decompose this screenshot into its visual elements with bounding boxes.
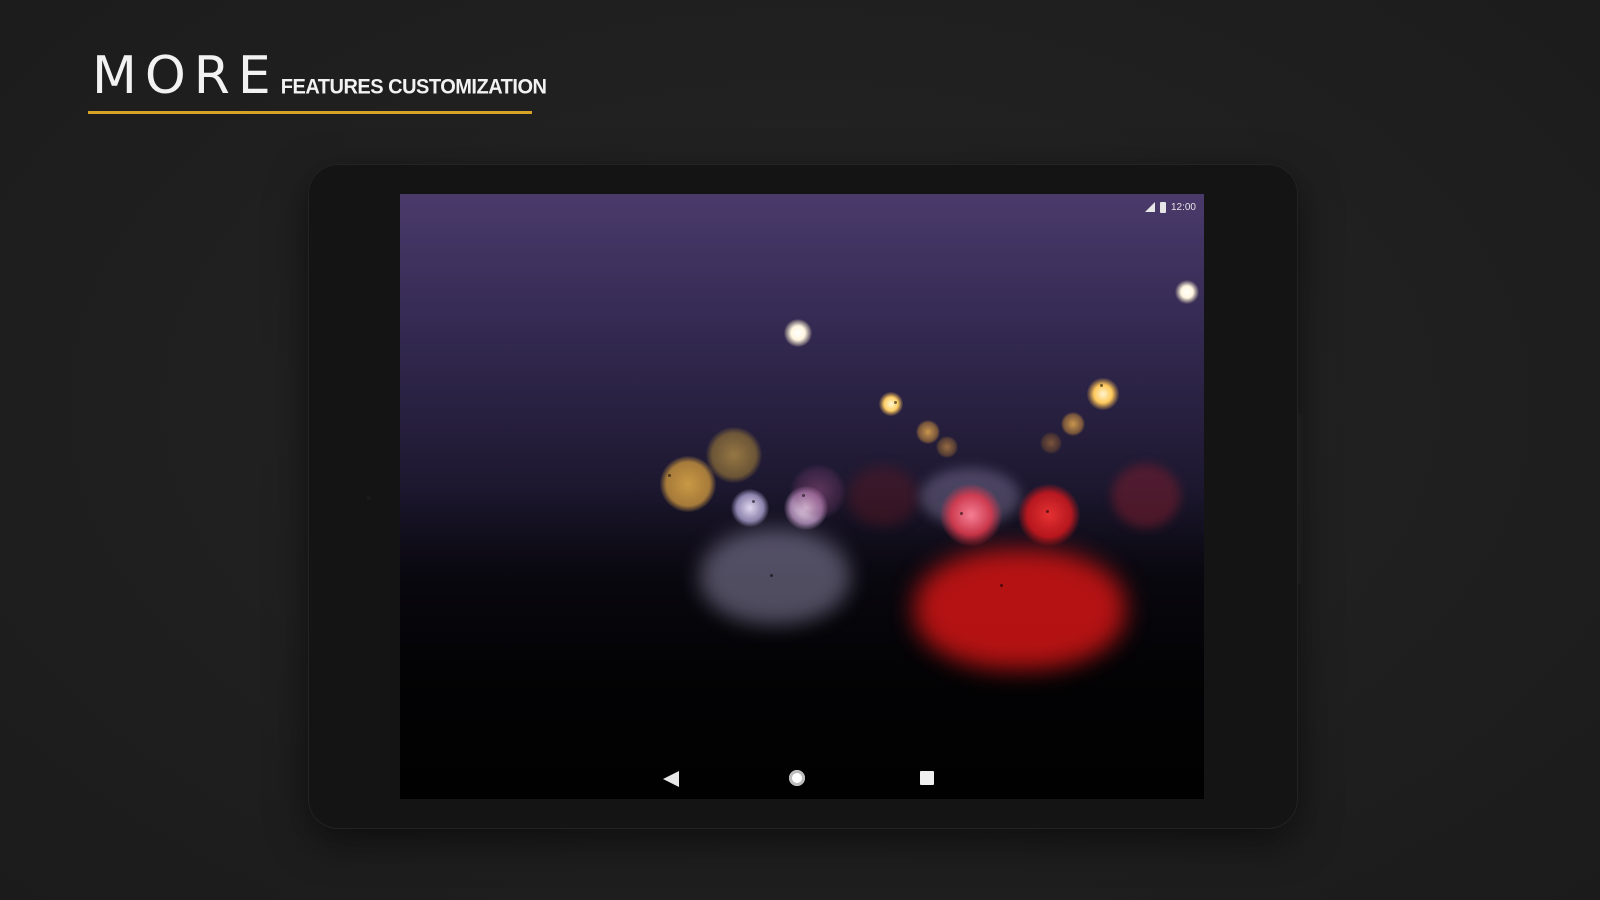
- back-icon[interactable]: [663, 771, 679, 787]
- signal-icon: [1144, 202, 1155, 212]
- rain-droplet: [1000, 584, 1003, 587]
- headline-subtitle: FEATURES CUSTOMIZATION: [280, 75, 547, 99]
- street-light: [879, 392, 903, 416]
- tablet-device: 12:00: [308, 164, 1302, 829]
- headline: MORE FEATURES CUSTOMIZATION: [92, 46, 547, 106]
- status-bar: 12:00: [1144, 200, 1196, 214]
- white-bokeh: [731, 489, 769, 527]
- street-light: [1087, 378, 1119, 410]
- red-glow: [915, 549, 1125, 669]
- tail-light: [940, 484, 1002, 546]
- recents-icon[interactable]: [920, 771, 934, 785]
- status-time: 12:00: [1170, 201, 1196, 213]
- dim-bokeh: [848, 466, 918, 526]
- violet-bokeh: [790, 464, 846, 520]
- home-icon[interactable]: [789, 770, 805, 786]
- street-light: [784, 319, 812, 347]
- rain-droplet: [668, 474, 671, 477]
- side-button: [1298, 414, 1302, 584]
- street-light: [1040, 432, 1062, 454]
- tablet-screen[interactable]: 12:00: [400, 194, 1204, 799]
- rain-droplet: [1100, 384, 1103, 387]
- rain-droplet: [1046, 510, 1049, 513]
- tail-light: [1018, 484, 1080, 546]
- rain-droplet: [752, 500, 755, 503]
- rain-droplet: [802, 494, 805, 497]
- street-light: [936, 436, 958, 458]
- street-light: [1175, 280, 1199, 304]
- rain-droplet: [770, 574, 773, 577]
- grey-glow: [700, 529, 850, 624]
- navigation-bar: [400, 759, 1204, 799]
- headline-title: MORE: [92, 46, 279, 106]
- headline-underline: [88, 111, 532, 114]
- dim-bokeh: [1112, 464, 1180, 528]
- rain-droplet: [960, 512, 963, 515]
- rain-droplet: [894, 401, 897, 404]
- battery-icon: [1159, 201, 1166, 213]
- amber-bokeh: [706, 427, 762, 483]
- street-light: [1061, 412, 1085, 436]
- street-light: [916, 420, 940, 444]
- front-camera: [365, 494, 373, 502]
